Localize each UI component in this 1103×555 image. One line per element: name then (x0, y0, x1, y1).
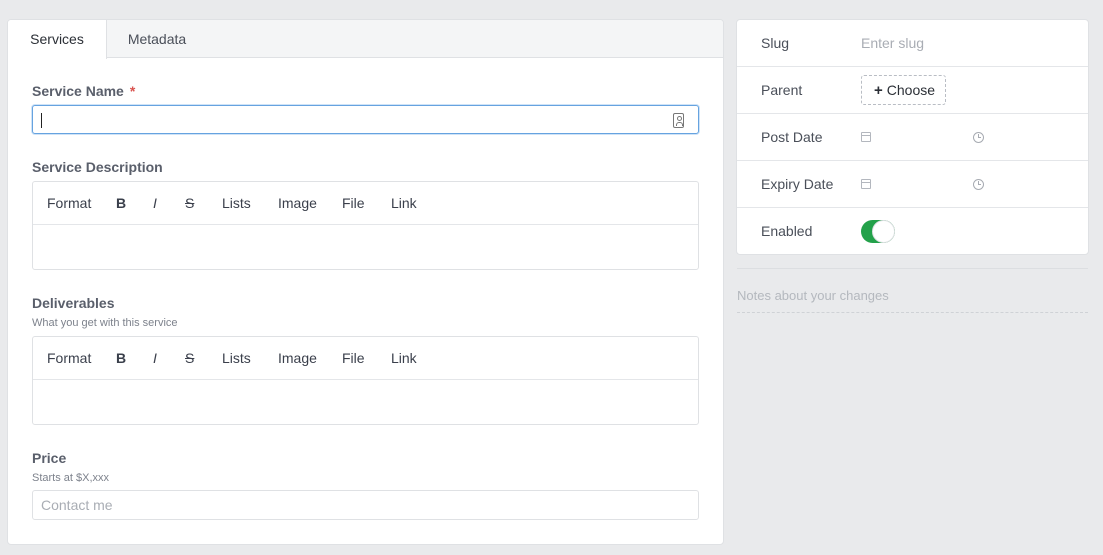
service-description-label: Service Description (32, 159, 163, 175)
toggle-knob (872, 220, 895, 243)
service-name-label-text: Service Name (32, 83, 124, 99)
price-input[interactable]: Contact me (32, 490, 699, 520)
enabled-row: Enabled (737, 208, 1088, 255)
properties-panel: Slug Enter slug Parent + Choose Post Date… (736, 19, 1089, 255)
bold-button[interactable]: B (116, 182, 126, 225)
lists-button[interactable]: Lists (222, 337, 251, 380)
clock-icon[interactable] (973, 132, 984, 143)
file-button[interactable]: File (342, 182, 365, 225)
service-description-content[interactable] (33, 226, 698, 269)
italic-button[interactable]: I (153, 337, 157, 380)
calendar-icon[interactable] (861, 132, 871, 142)
text-caret (41, 113, 42, 128)
image-button[interactable]: Image (278, 182, 317, 225)
editor-toolbar: Format B I S Lists Image File Link (33, 337, 698, 380)
contact-card-icon[interactable] (673, 113, 684, 128)
tab-metadata[interactable]: Metadata (107, 20, 207, 58)
link-button[interactable]: Link (391, 182, 417, 225)
editor-toolbar: Format B I S Lists Image File Link (33, 182, 698, 225)
price-hint: Starts at $X,xxx (32, 472, 110, 484)
tab-services[interactable]: Services (8, 20, 107, 59)
service-description-editor: Format B I S Lists Image File Link (32, 181, 699, 270)
post-date-label: Post Date (761, 129, 823, 145)
expiry-date-row: Expiry Date (737, 161, 1088, 208)
deliverables-editor: Format B I S Lists Image File Link (32, 336, 699, 425)
parent-label: Parent (761, 82, 803, 98)
clock-icon[interactable] (973, 179, 984, 190)
notes-input[interactable]: Notes about your changes (737, 288, 1088, 313)
main-panel: Services Metadata Service Name * Service … (7, 19, 724, 545)
divider (737, 268, 1088, 269)
slug-label: Slug (761, 35, 790, 51)
deliverables-hint: What you get with this service (32, 317, 178, 329)
choose-parent-button[interactable]: + Choose (861, 75, 946, 105)
enabled-toggle[interactable] (861, 220, 895, 243)
format-button[interactable]: Format (47, 182, 91, 225)
service-name-input[interactable] (32, 105, 699, 134)
italic-button[interactable]: I (153, 182, 157, 225)
choose-button-label: Choose (886, 82, 936, 98)
strikethrough-button[interactable]: S (185, 337, 194, 380)
format-button[interactable]: Format (47, 337, 91, 380)
price-placeholder: Contact me (41, 497, 113, 513)
strikethrough-button[interactable]: S (185, 182, 194, 225)
calendar-icon[interactable] (861, 179, 871, 189)
file-button[interactable]: File (342, 337, 365, 380)
image-button[interactable]: Image (278, 337, 317, 380)
price-label: Price (32, 450, 67, 466)
parent-row: Parent + Choose (737, 67, 1088, 114)
plus-icon: + (874, 82, 883, 99)
deliverables-content[interactable] (33, 381, 698, 424)
service-name-label: Service Name * (32, 83, 135, 99)
enabled-label: Enabled (761, 223, 813, 239)
post-date-row: Post Date (737, 114, 1088, 161)
slug-row: Slug Enter slug (737, 20, 1088, 67)
required-asterisk: * (129, 83, 136, 99)
expiry-date-label: Expiry Date (761, 176, 834, 192)
tab-bar: Services Metadata (8, 20, 723, 59)
bold-button[interactable]: B (116, 337, 126, 380)
link-button[interactable]: Link (391, 337, 417, 380)
lists-button[interactable]: Lists (222, 182, 251, 225)
deliverables-label: Deliverables (32, 295, 115, 311)
slug-input[interactable]: Enter slug (861, 20, 924, 66)
